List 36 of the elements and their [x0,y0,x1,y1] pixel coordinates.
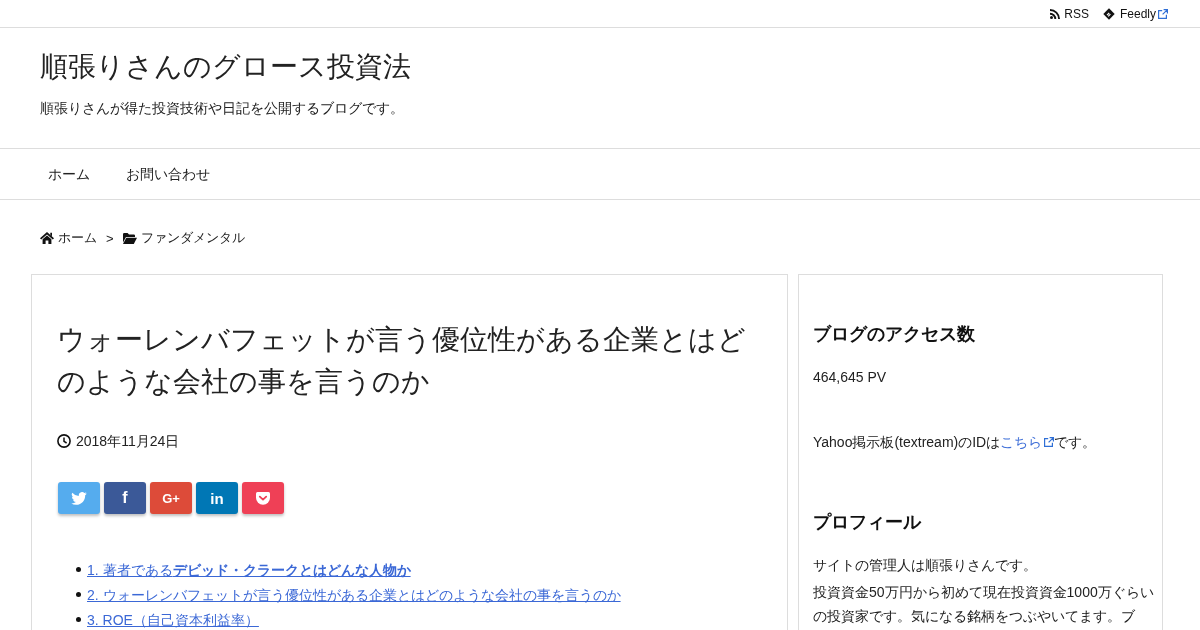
bullet-icon [76,592,81,597]
feed-link[interactable]: Feedly [1102,6,1168,21]
bird-icon [71,491,87,505]
site-title[interactable]: 順張りさんのグロース投資法 [40,47,411,87]
bullet-icon [76,617,81,622]
bullet-icon [76,567,81,572]
clock-icon [57,434,71,448]
widget-title: ブログのアクセス数 [813,323,975,346]
nav-link[interactable]: ホーム [30,164,108,184]
breadcrumb-link[interactable]: ファンダメンタル [122,229,245,247]
breadcrumb-separator: > [106,230,114,246]
widget-title: プロフィール [813,511,921,534]
share-button[interactable] [242,482,284,514]
toc-link[interactable]: 2. ウォーレンバフェットが言う優位性がある企業とはどのような会社の事を言うのか [87,584,621,605]
article-title: ウォーレンバフェットが言う優位性がある企業とはどのような会社の事を言うのか [57,323,747,399]
sidebar-text: Yahoo掲示板(textream)のIDは こちら です。 [813,430,1097,454]
toc-link[interactable]: 3. ROE（自己資本利益率） [87,609,259,630]
post-date: 2018年11月24日 [76,432,180,451]
share-button[interactable]: f [104,482,146,514]
sidebar-text: 投資資金50万円から初めて現在投資資金1000万ぐらいの投資家です。気になる銘柄をつぶやいてます。ブ [813,583,1155,626]
sidebar-text: サイトの管理人は順張りさんです。 [813,556,1037,575]
diamond-icon [1102,7,1115,20]
rss-icon [1050,8,1061,19]
toc-link[interactable]: 1. 著者であるデビッド・クラークとはどんな人物か [87,559,411,580]
breadcrumb-link[interactable]: ホーム [40,229,97,247]
share-button[interactable]: in [196,482,238,514]
sidebar-text: 464,645 PV [813,368,887,387]
folder-icon [122,232,137,244]
nav-link[interactable]: お問い合わせ [108,164,228,184]
site-tagline: 順張りさんが得た投資技術や日記を公開するブログです。 [40,99,404,118]
share-button[interactable] [58,482,100,514]
home-icon [40,232,54,244]
rss-link[interactable]: RSS [1050,6,1089,21]
share-button[interactable]: G+ [150,482,192,514]
pocket-icon [256,491,270,505]
text-link[interactable]: こちら [1000,430,1055,454]
